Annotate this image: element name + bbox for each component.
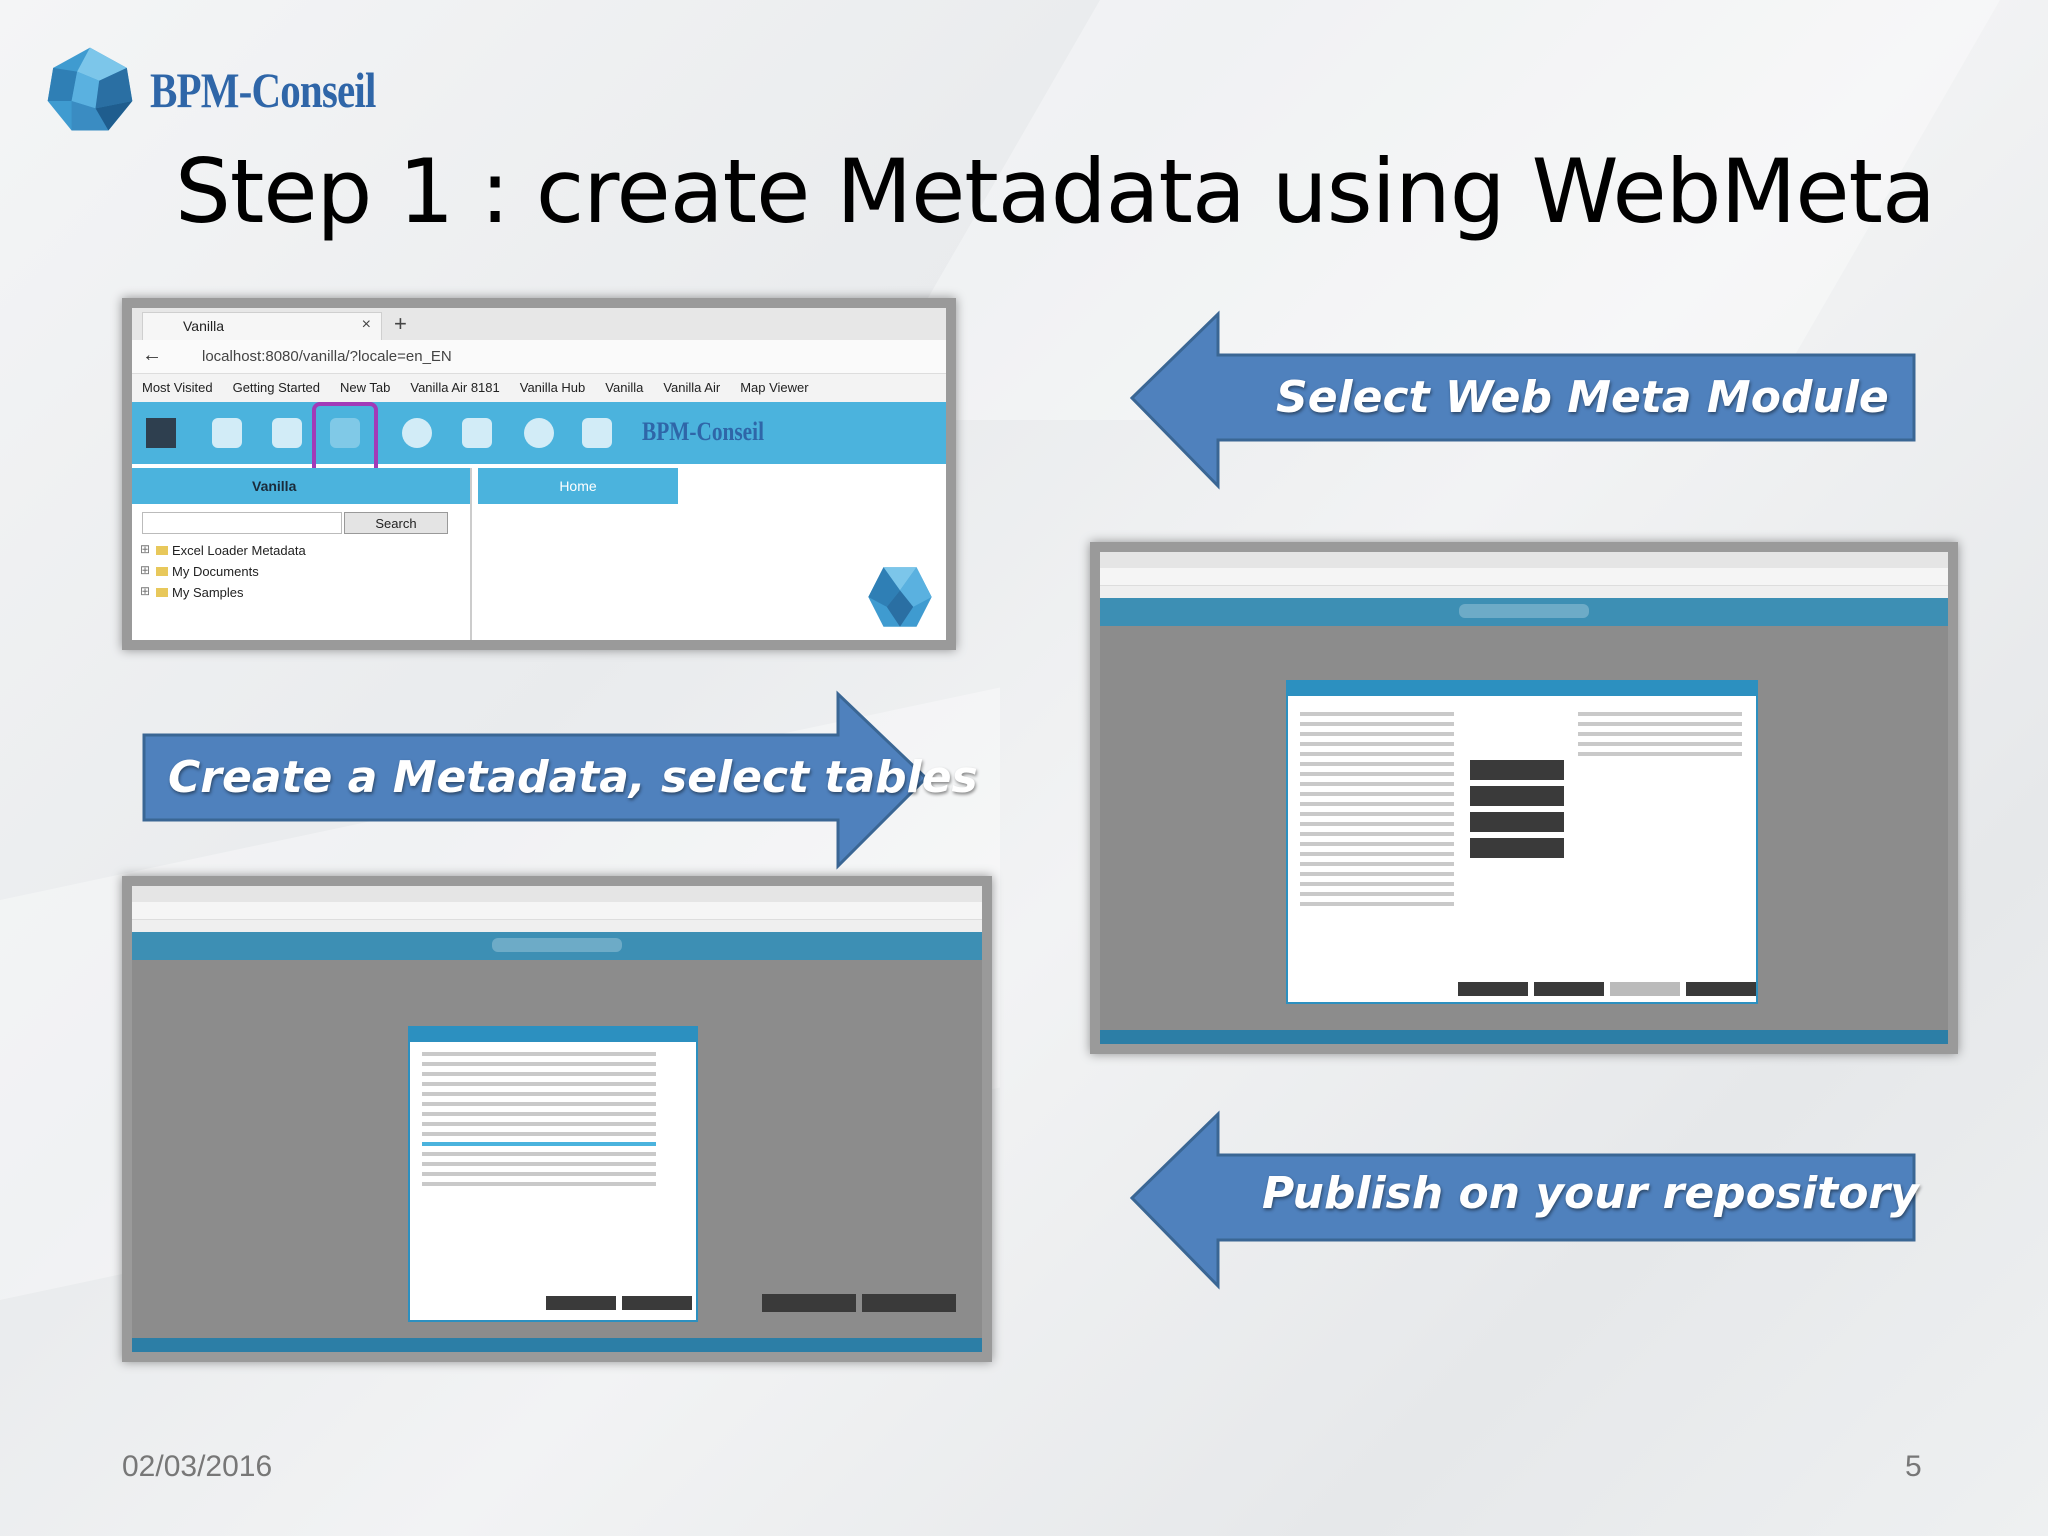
- bookmarks-bar: [1100, 586, 1948, 598]
- close-icon[interactable]: ×: [362, 316, 371, 334]
- callout-publish: Publish on your repository: [1128, 1110, 1919, 1290]
- dialog-button[interactable]: [1686, 982, 1756, 996]
- select-tables-dialog: [1286, 680, 1758, 1004]
- dialog-button[interactable]: [1610, 982, 1680, 996]
- dialog-button[interactable]: [1458, 982, 1528, 996]
- callout-create-metadata: Create a Metadata, select tables: [140, 690, 978, 870]
- pencil-icon[interactable]: [212, 418, 242, 448]
- publish-dialog: [408, 1026, 698, 1322]
- tree-item[interactable]: My Documents: [132, 561, 470, 582]
- logo-text: BPM-Conseil: [150, 62, 376, 118]
- database-icon[interactable]: [462, 418, 492, 448]
- status-footer: [132, 1338, 982, 1352]
- address-bar[interactable]: ← localhost:8080/vanilla/?locale=en_EN: [132, 340, 946, 374]
- gem-logo-icon: [868, 567, 932, 627]
- browser-tab-bar: Vanilla × +: [132, 308, 946, 340]
- toolbar-brand: [1459, 604, 1589, 618]
- bookmark-item[interactable]: New Tab: [340, 380, 390, 395]
- grid-icon[interactable]: [146, 418, 176, 448]
- address-bar[interactable]: [132, 902, 982, 920]
- physical-tables-list[interactable]: [1292, 706, 1462, 912]
- callout-label: Select Web Meta Module: [1276, 372, 1889, 423]
- previous-button[interactable]: [762, 1294, 856, 1312]
- bookmark-item[interactable]: Getting Started: [233, 380, 320, 395]
- add-all-button[interactable]: [1470, 786, 1564, 806]
- toolbar-brand: BPM-Conseil: [642, 417, 764, 446]
- bookmark-item[interactable]: Vanilla Air: [663, 380, 720, 395]
- tab-home[interactable]: Home: [478, 468, 678, 504]
- dialog-header: [410, 1028, 696, 1042]
- panel-title: Vanilla: [132, 468, 470, 504]
- cube-icon[interactable]: [272, 418, 302, 448]
- slide-number: 5: [1905, 1450, 1922, 1483]
- screenshot-publish: [122, 876, 992, 1362]
- dialog-header: [1288, 682, 1756, 696]
- clock-icon[interactable]: [402, 418, 432, 448]
- new-tab-icon[interactable]: +: [394, 311, 407, 337]
- toolbar-brand: [492, 938, 622, 952]
- bookmarks-bar: Most Visited Getting Started New Tab Vanill…: [132, 374, 946, 402]
- tree-item[interactable]: My Samples: [132, 582, 470, 603]
- confirm-button[interactable]: [546, 1296, 616, 1310]
- slide-title: Step 1 : create Metadata using WebMeta: [175, 140, 1936, 243]
- callout-select-module: Select Web Meta Module: [1128, 310, 1918, 490]
- tree-item[interactable]: Excel Loader Metadata: [132, 540, 470, 561]
- repository-panel: Vanilla Search Excel Loader Metadata My …: [132, 468, 472, 640]
- search-input[interactable]: [142, 512, 342, 534]
- webmeta-toolbar: [132, 932, 982, 960]
- repository-tree: Excel Loader Metadata My Documents My Sa…: [132, 540, 470, 603]
- bookmarks-bar: [132, 920, 982, 932]
- bookmark-item[interactable]: Vanilla Hub: [520, 380, 586, 395]
- company-logo: BPM-Conseil: [44, 44, 425, 136]
- slide-date: 02/03/2016: [122, 1450, 273, 1483]
- gauge-icon[interactable]: [524, 418, 554, 448]
- browser-tab[interactable]: Vanilla ×: [142, 312, 382, 340]
- tab-label: Vanilla: [183, 318, 224, 334]
- finish-button[interactable]: [862, 1294, 956, 1312]
- vanilla-toolbar: BPM-Conseil: [132, 402, 946, 482]
- map-icon[interactable]: [582, 418, 612, 448]
- address-bar[interactable]: [1100, 568, 1948, 586]
- remove-button[interactable]: [1470, 812, 1564, 832]
- bookmark-item[interactable]: Vanilla: [605, 380, 643, 395]
- webmeta-toolbar: [1100, 598, 1948, 626]
- bookmark-item[interactable]: Vanilla Air 8181: [410, 380, 499, 395]
- status-footer: [1100, 1030, 1948, 1044]
- bookmark-item[interactable]: Most Visited: [142, 380, 213, 395]
- search-button[interactable]: Search: [344, 512, 448, 534]
- remove-all-button[interactable]: [1470, 838, 1564, 858]
- bookmark-item[interactable]: Map Viewer: [740, 380, 808, 395]
- cancel-button[interactable]: [622, 1296, 692, 1310]
- repository-tree[interactable]: [414, 1046, 664, 1192]
- browser-tab-bar: [132, 886, 982, 902]
- browser-tab-bar: [1100, 552, 1948, 568]
- screenshot-vanilla-portal: Vanilla × + ← localhost:8080/vanilla/?lo…: [122, 298, 956, 650]
- url-text: localhost:8080/vanilla/?locale=en_EN: [202, 348, 452, 365]
- logical-tables-list[interactable]: [1570, 706, 1750, 762]
- search-row: Search: [132, 504, 470, 540]
- back-arrow-icon[interactable]: ←: [142, 344, 162, 367]
- screenshot-select-tables: [1090, 542, 1958, 1054]
- callout-label: Create a Metadata, select tables: [168, 752, 978, 803]
- add-button[interactable]: [1470, 760, 1564, 780]
- dialog-button[interactable]: [1534, 982, 1604, 996]
- callout-label: Publish on your repository: [1262, 1168, 1919, 1219]
- gem-logo-icon: [47, 47, 133, 131]
